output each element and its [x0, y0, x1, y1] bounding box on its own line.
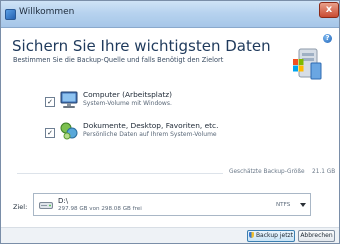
source-item-documents[interactable]: ✓ Dokumente, Desktop, Favoriten, etc. Pe… — [1, 120, 339, 148]
app-icon — [5, 9, 16, 20]
welcome-window: Willkommen x Sichern Sie Ihre wichtigste… — [0, 0, 340, 244]
chevron-down-icon[interactable] — [300, 203, 306, 207]
drive-letter: D:\ — [58, 197, 69, 205]
source-item-computer[interactable]: ✓ Computer (Arbeitsplatz) System-Volume … — [1, 89, 339, 117]
backup-hero-icon — [293, 48, 322, 80]
source-description: System-Volume mit Windows. — [83, 100, 172, 107]
close-button[interactable]: x — [319, 2, 339, 18]
backup-now-label: Backup jetzt — [255, 232, 294, 239]
target-drive-select[interactable]: D:\ 297.98 GB von 298.08 GB frei NTFS — [33, 193, 311, 216]
drive-icon — [39, 202, 53, 209]
backup-size-label: Geschätzte Backup-Größe — [229, 169, 305, 175]
cancel-button[interactable]: Abbrechen — [298, 230, 335, 242]
computer-checkbox[interactable]: ✓ — [45, 97, 55, 107]
drive-free-space: 297.98 GB von 298.08 GB frei — [58, 206, 142, 212]
footer-bar: Backup jetzt Abbrechen — [1, 227, 339, 243]
page-subtitle: Bestimmen Sie die Backup-Quelle und fall… — [13, 56, 224, 64]
shield-icon — [248, 232, 254, 238]
drive-filesystem: NTFS — [276, 202, 291, 208]
divider — [17, 173, 223, 174]
documents-checkbox[interactable]: ✓ — [45, 128, 55, 138]
backup-now-button[interactable]: Backup jetzt — [247, 230, 295, 242]
source-description: Persönliche Daten auf Ihrem System-Volum… — [83, 131, 217, 138]
title-bar: Willkommen x — [1, 1, 339, 28]
page-title: Sichern Sie Ihre wichtigsten Daten — [12, 37, 271, 55]
user-data-icon — [60, 122, 78, 140]
window-title: Willkommen — [19, 7, 75, 17]
source-title: Computer (Arbeitsplatz) — [83, 90, 173, 99]
target-label: Ziel: — [13, 203, 28, 211]
source-title: Dokumente, Desktop, Favoriten, etc. — [83, 121, 219, 130]
backup-size-value: 21.1 GB — [312, 169, 336, 175]
computer-icon — [60, 91, 78, 108]
